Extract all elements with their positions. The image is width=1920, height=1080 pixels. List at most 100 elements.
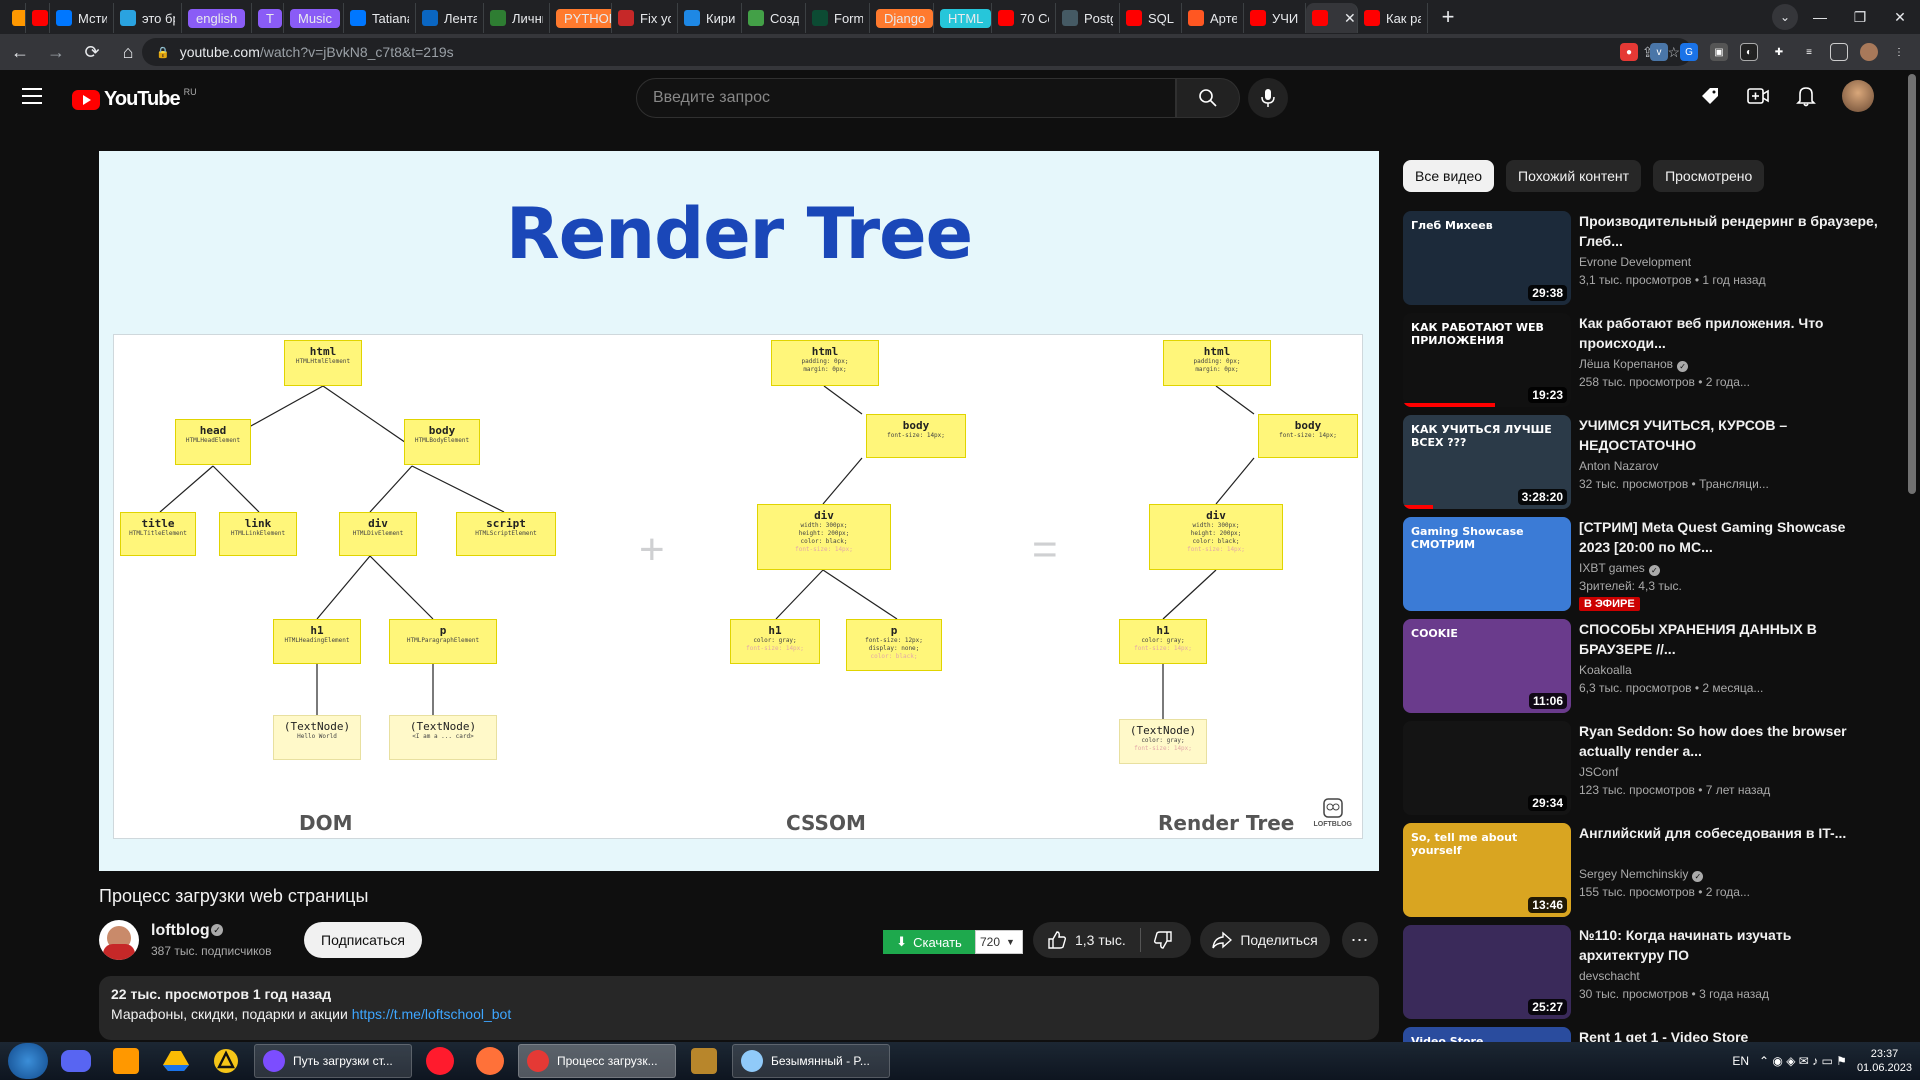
- recommendation-channel[interactable]: Evrone Development: [1579, 255, 1691, 269]
- browser-tab[interactable]: Мстис: [50, 3, 114, 33]
- browser-tab[interactable]: english: [182, 3, 252, 33]
- youtube-logo[interactable]: YouTube RU: [72, 87, 197, 111]
- browser-tab[interactable]: Лента: [416, 3, 484, 33]
- extension-dark-icon[interactable]: ◐: [1740, 43, 1758, 61]
- browser-tab[interactable]: это бр: [114, 3, 182, 33]
- browser-tab[interactable]: Артем: [1182, 3, 1244, 33]
- recommendation-title[interactable]: Английский для собеседования в IT-...: [1579, 823, 1879, 843]
- recommendation-item[interactable]: КАК РАБОТАЮТ WEB ПРИЛОЖЕНИЯ 19:23 Как рабо…: [1403, 313, 1883, 407]
- drive-icon[interactable]: [154, 1044, 198, 1078]
- taskbar-window[interactable]: Путь загрузки ст...: [254, 1044, 412, 1078]
- close-window-button[interactable]: ✕: [1880, 9, 1920, 26]
- browser-tab[interactable]: [26, 3, 50, 33]
- recommendation-channel[interactable]: JSConf: [1579, 765, 1618, 779]
- browser-tab[interactable]: T: [252, 3, 284, 33]
- recommendation-title[interactable]: УЧИМСЯ УЧИТЬСЯ, КУРСОВ – НЕДОСТАТОЧНО: [1579, 415, 1879, 455]
- forward-button[interactable]: →: [40, 36, 72, 68]
- recommendation-title[interactable]: СПОСОБЫ ХРАНЕНИЯ ДАННЫХ В БРАУЗЕРЕ //...: [1579, 619, 1879, 659]
- tag-icon[interactable]: [1698, 84, 1722, 108]
- channel-avatar[interactable]: [99, 920, 139, 960]
- extension-box-icon[interactable]: ▣: [1710, 43, 1728, 61]
- subscribe-button[interactable]: Подписаться: [304, 922, 422, 958]
- browser-tab[interactable]: Как ра: [1358, 3, 1428, 33]
- browser-tab[interactable]: УЧИМ: [1244, 3, 1306, 33]
- recommendation-title[interactable]: №110: Когда начинать изучать архитектуру…: [1579, 925, 1879, 965]
- back-button[interactable]: ←: [4, 36, 36, 68]
- opera-icon[interactable]: [418, 1044, 462, 1078]
- recommendation-channel[interactable]: Anton Nazarov: [1579, 459, 1658, 473]
- channel-name[interactable]: loftblog: [151, 922, 210, 940]
- game-icon[interactable]: [682, 1044, 726, 1078]
- reload-button[interactable]: ⟳: [76, 36, 108, 68]
- video-player[interactable]: Render Tree html HTMLHtmlElement head HT…: [99, 151, 1379, 871]
- new-tab-button[interactable]: +: [1434, 3, 1462, 31]
- side-panel-icon[interactable]: [1830, 43, 1848, 61]
- video-thumbnail[interactable]: Gaming Showcase СМОТРИМ: [1403, 517, 1571, 611]
- recommendation-item[interactable]: Глеб Михеев 29:38 Производительный рендери…: [1403, 211, 1883, 305]
- browser-tab[interactable]: Postgr: [1056, 3, 1120, 33]
- browser-tab[interactable]: ✕: [1306, 3, 1358, 33]
- chip-watched[interactable]: Просмотрено: [1653, 160, 1765, 192]
- browser-tab[interactable]: Music: [284, 3, 344, 33]
- restore-button[interactable]: ❐: [1840, 9, 1880, 26]
- browser-tab[interactable]: Form a: [806, 3, 870, 33]
- browser-tab[interactable]: Fix you: [612, 3, 678, 33]
- video-thumbnail[interactable]: КАК РАБОТАЮТ WEB ПРИЛОЖЕНИЯ 19:23: [1403, 313, 1571, 407]
- create-video-icon[interactable]: [1746, 84, 1770, 108]
- search-button[interactable]: [1176, 78, 1240, 118]
- download-button[interactable]: ⬇ Скачать: [883, 930, 975, 954]
- clock[interactable]: 23:37 01.06.2023: [1857, 1047, 1912, 1075]
- sublime-icon[interactable]: [104, 1044, 148, 1078]
- share-button[interactable]: Поделиться: [1200, 922, 1330, 958]
- browser-tab[interactable]: PYTHON: [550, 3, 612, 33]
- recommendation-channel[interactable]: Sergey Nemchinskiy ✓: [1579, 867, 1704, 882]
- taskbar-window[interactable]: Процесс загрузк...: [518, 1044, 676, 1078]
- browser-tab[interactable]: Tatiana: [344, 3, 416, 33]
- video-thumbnail[interactable]: 25:27: [1403, 925, 1571, 1019]
- quality-select[interactable]: 720 ▼: [975, 930, 1023, 954]
- discord-icon[interactable]: [54, 1044, 98, 1078]
- more-actions-icon[interactable]: ⋯: [1342, 922, 1378, 958]
- home-button[interactable]: ⌂: [112, 36, 144, 68]
- app-triangle-icon[interactable]: [204, 1044, 248, 1078]
- recommendation-channel[interactable]: IXBT games ✓: [1579, 561, 1660, 576]
- browser-tab[interactable]: SQL Б: [1120, 3, 1182, 33]
- scrollbar-thumb[interactable]: [1908, 74, 1916, 494]
- extension-red-icon[interactable]: ●: [1620, 43, 1638, 61]
- recommendation-item[interactable]: 25:27 №110: Когда начинать изучать архите…: [1403, 925, 1883, 1019]
- recommendation-item[interactable]: Gaming Showcase СМОТРИМ [СТРИМ] Meta Ques…: [1403, 517, 1883, 611]
- extension-translate-icon[interactable]: G: [1680, 43, 1698, 61]
- search-input[interactable]: Введите запрос: [636, 78, 1176, 118]
- recommendation-item[interactable]: 29:34 Ryan Seddon: So how does the browse…: [1403, 721, 1883, 815]
- recommendation-channel[interactable]: Koakoalla: [1579, 663, 1632, 677]
- recommendation-item[interactable]: COOKIE 11:06 СПОСОБЫ ХРАНЕНИЯ ДАННЫХ В БРА…: [1403, 619, 1883, 713]
- notifications-bell-icon[interactable]: [1794, 84, 1818, 108]
- browser-tab[interactable]: HTML: [934, 3, 992, 33]
- language-indicator[interactable]: EN: [1732, 1054, 1749, 1068]
- browser-tab[interactable]: 70 Co: [992, 3, 1056, 33]
- menu-icon[interactable]: [22, 88, 42, 104]
- extension-vk-icon[interactable]: v: [1650, 43, 1668, 61]
- browser-tab[interactable]: [6, 3, 26, 33]
- browser-tab[interactable]: Django: [870, 3, 934, 33]
- video-thumbnail[interactable]: Глеб Михеев 29:38: [1403, 211, 1571, 305]
- close-tab-icon[interactable]: ✕: [1344, 10, 1356, 27]
- firefox-icon[interactable]: [468, 1044, 512, 1078]
- recommendation-channel[interactable]: Лёша Корепанов ✓: [1579, 357, 1689, 372]
- browser-tab[interactable]: Созда: [742, 3, 806, 33]
- taskbar-window[interactable]: Безымянный - P...: [732, 1044, 890, 1078]
- voice-search-button[interactable]: [1248, 78, 1288, 118]
- description-link[interactable]: https://t.me/loftschool_bot: [352, 1006, 512, 1022]
- video-thumbnail[interactable]: 29:34: [1403, 721, 1571, 815]
- dislike-button[interactable]: [1141, 930, 1173, 950]
- video-thumbnail[interactable]: So, tell me about yourself 13:46: [1403, 823, 1571, 917]
- address-bar[interactable]: 🔒 youtube.com/watch?v=jBvkN8_c7t8&t=219s…: [142, 38, 1692, 66]
- browser-tab[interactable]: Личны: [484, 3, 550, 33]
- video-thumbnail[interactable]: КАК УЧИТЬСЯ ЛУЧШЕ ВСЕХ ??? 3:28:20: [1403, 415, 1571, 509]
- start-button[interactable]: [8, 1043, 48, 1079]
- chip-related[interactable]: Похожий контент: [1506, 160, 1642, 192]
- minimize-button[interactable]: —: [1800, 9, 1840, 25]
- recommendation-item[interactable]: So, tell me about yourself 13:46 Английски…: [1403, 823, 1883, 917]
- chrome-menu-icon[interactable]: ⋮: [1890, 43, 1908, 61]
- recommendation-title[interactable]: Производительный рендеринг в браузере, Г…: [1579, 211, 1879, 251]
